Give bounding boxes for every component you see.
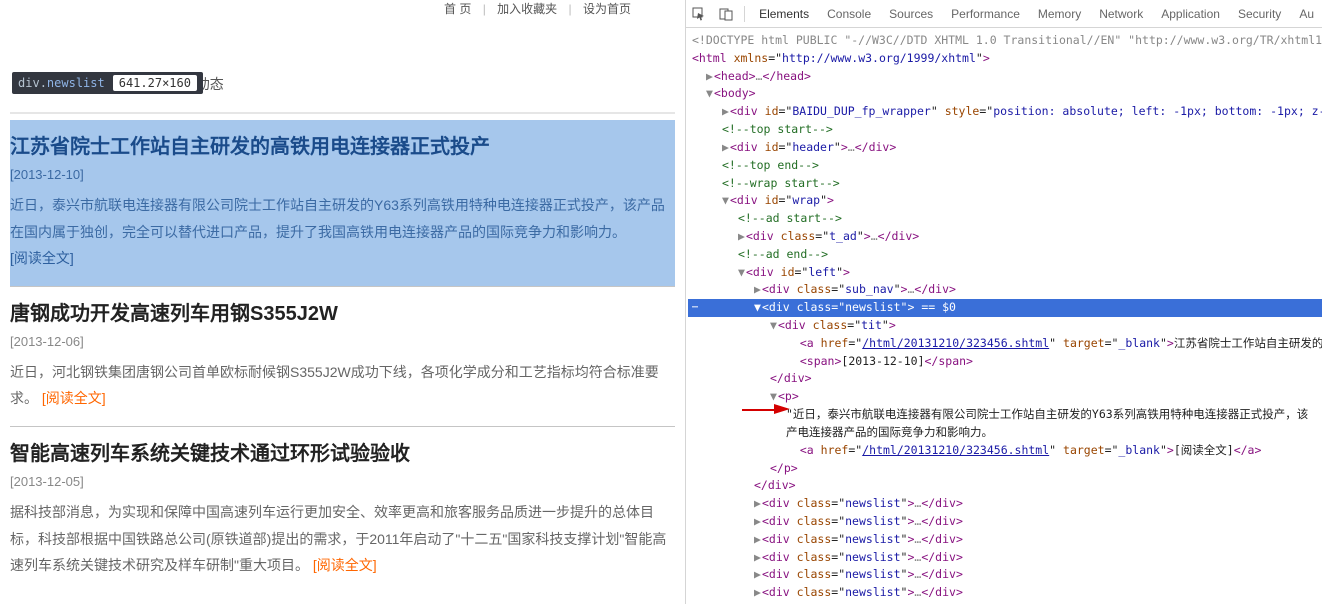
newslist-item-highlighted[interactable]: 江苏省院士工作站自主研发的高铁用电连接器正式投产 [2013-12-10] 近日… [10,120,675,287]
article-excerpt: 近日，泰兴市航联电连接器有限公司院士工作站自主研发的Y63系列高铁用特种电连接器… [10,197,665,240]
tab-more[interactable]: Au [1295,7,1318,21]
dom-node[interactable]: ▶<div class="newslist">…</div> [688,513,1322,531]
dom-node[interactable]: ▼<div id="left"> [688,264,1322,282]
separator [744,6,745,22]
tab-console[interactable]: Console [823,7,875,21]
tab-application[interactable]: Application [1157,7,1224,21]
tab-sources[interactable]: Sources [885,7,937,21]
dom-tree[interactable]: <!DOCTYPE html PUBLIC "-//W3C//DTD XHTML… [686,28,1322,604]
dom-node[interactable]: ▶<div class="sub_nav">…</div> [688,281,1322,299]
article-excerpt: 近日，河北钢铁集团唐钢公司首单欧标耐候钢S355J2W成功下线，各项化学成分和工… [10,364,659,407]
dom-node[interactable]: ▼<div class="tit"> [688,317,1322,335]
dom-node[interactable]: <a href="/html/20131210/323456.shtml" ta… [688,442,1322,460]
dom-node[interactable]: ▶<head>…</head> [688,68,1322,86]
dom-node[interactable]: ▶<div id="BAIDU_DUP_fp_wrapper" style="p… [688,103,1322,121]
inspector-tooltip: div.newslist 641.27×160 [12,72,203,94]
topbar-home-link[interactable]: 首 页 [444,2,471,16]
article-date: [2013-12-06] [10,334,675,349]
separator: | [569,2,572,16]
article-title-link[interactable]: 智能高速列车系统关键技术通过环形试验验收 [10,443,410,465]
device-toggle-icon[interactable] [717,5,734,23]
dom-node[interactable]: ▶<div class="t_ad">…</div> [688,228,1322,246]
article-date: [2013-12-05] [10,474,675,489]
webpage-pane: 首 页 | 加入收藏夹 | 设为首页 div.newslist 641.27×1… [0,0,685,604]
separator: | [483,2,486,16]
annotation-arrow [742,409,774,411]
inspect-icon[interactable] [690,5,707,23]
read-more-link[interactable]: [阅读全文] [42,390,106,406]
read-more-link[interactable]: [阅读全文] [313,557,377,573]
top-bar: 首 页 | 加入收藏夹 | 设为首页 [0,0,685,24]
topbar-sethome-link[interactable]: 设为首页 [583,2,631,16]
dom-node[interactable]: ▶<div class="newslist">…</div> [688,531,1322,549]
dom-node[interactable]: ▶<div class="newslist">…</div> [688,566,1322,584]
dom-node[interactable]: ▶<div class="newslist">…</div> [688,549,1322,567]
topbar-fav-link[interactable]: 加入收藏夹 [497,2,557,16]
tab-performance[interactable]: Performance [947,7,1024,21]
dom-node[interactable]: <span>[2013-12-10]</span> [688,353,1322,371]
article-title-link[interactable]: 唐钢成功开发高速列车用钢S355J2W [10,303,338,325]
dom-node[interactable]: ▶<div class="newslist">…</div> [688,495,1322,513]
dom-node[interactable]: ▼<div id="wrap"> [688,192,1322,210]
article-date: [2013-12-10] [10,167,675,182]
dom-node[interactable]: ▶<div id="header">…</div> [688,139,1322,157]
dom-node[interactable]: ▶<div class="newslist">…</div> [688,584,1322,602]
tab-elements[interactable]: Elements [755,7,813,21]
dom-node-selected[interactable]: ⋯▼<div class="newslist"> == $0 [688,299,1322,317]
newslist-item[interactable]: 唐钢成功开发高速列车用钢S355J2W [2013-12-06] 近日，河北钢铁… [10,287,675,427]
tooltip-dimensions: 641.27×160 [113,75,197,91]
dom-node[interactable]: <html xmlns="http://www.w3.org/1999/xhtm… [688,50,1322,68]
tab-security[interactable]: Security [1234,7,1285,21]
devtools-pane: Elements Console Sources Performance Mem… [685,0,1322,604]
dom-node[interactable]: ▼<body> [688,85,1322,103]
tab-memory[interactable]: Memory [1034,7,1085,21]
tab-network[interactable]: Network [1095,7,1147,21]
doctype-node: <!DOCTYPE html PUBLIC "-//W3C//DTD XHTML… [692,33,1322,47]
newslist-item[interactable]: 智能高速列车系统关键技术通过环形试验验收 [2013-12-05] 据科技部消息… [10,427,675,593]
devtools-toolbar: Elements Console Sources Performance Mem… [686,0,1322,28]
dom-node[interactable]: <a href="/html/20131210/323456.shtml" ta… [688,335,1322,353]
read-more-link[interactable]: [阅读全文] [10,250,74,266]
article-title-link[interactable]: 江苏省院士工作站自主研发的高铁用电连接器正式投产 [10,136,490,158]
annotation-arrow-icon [774,404,790,414]
